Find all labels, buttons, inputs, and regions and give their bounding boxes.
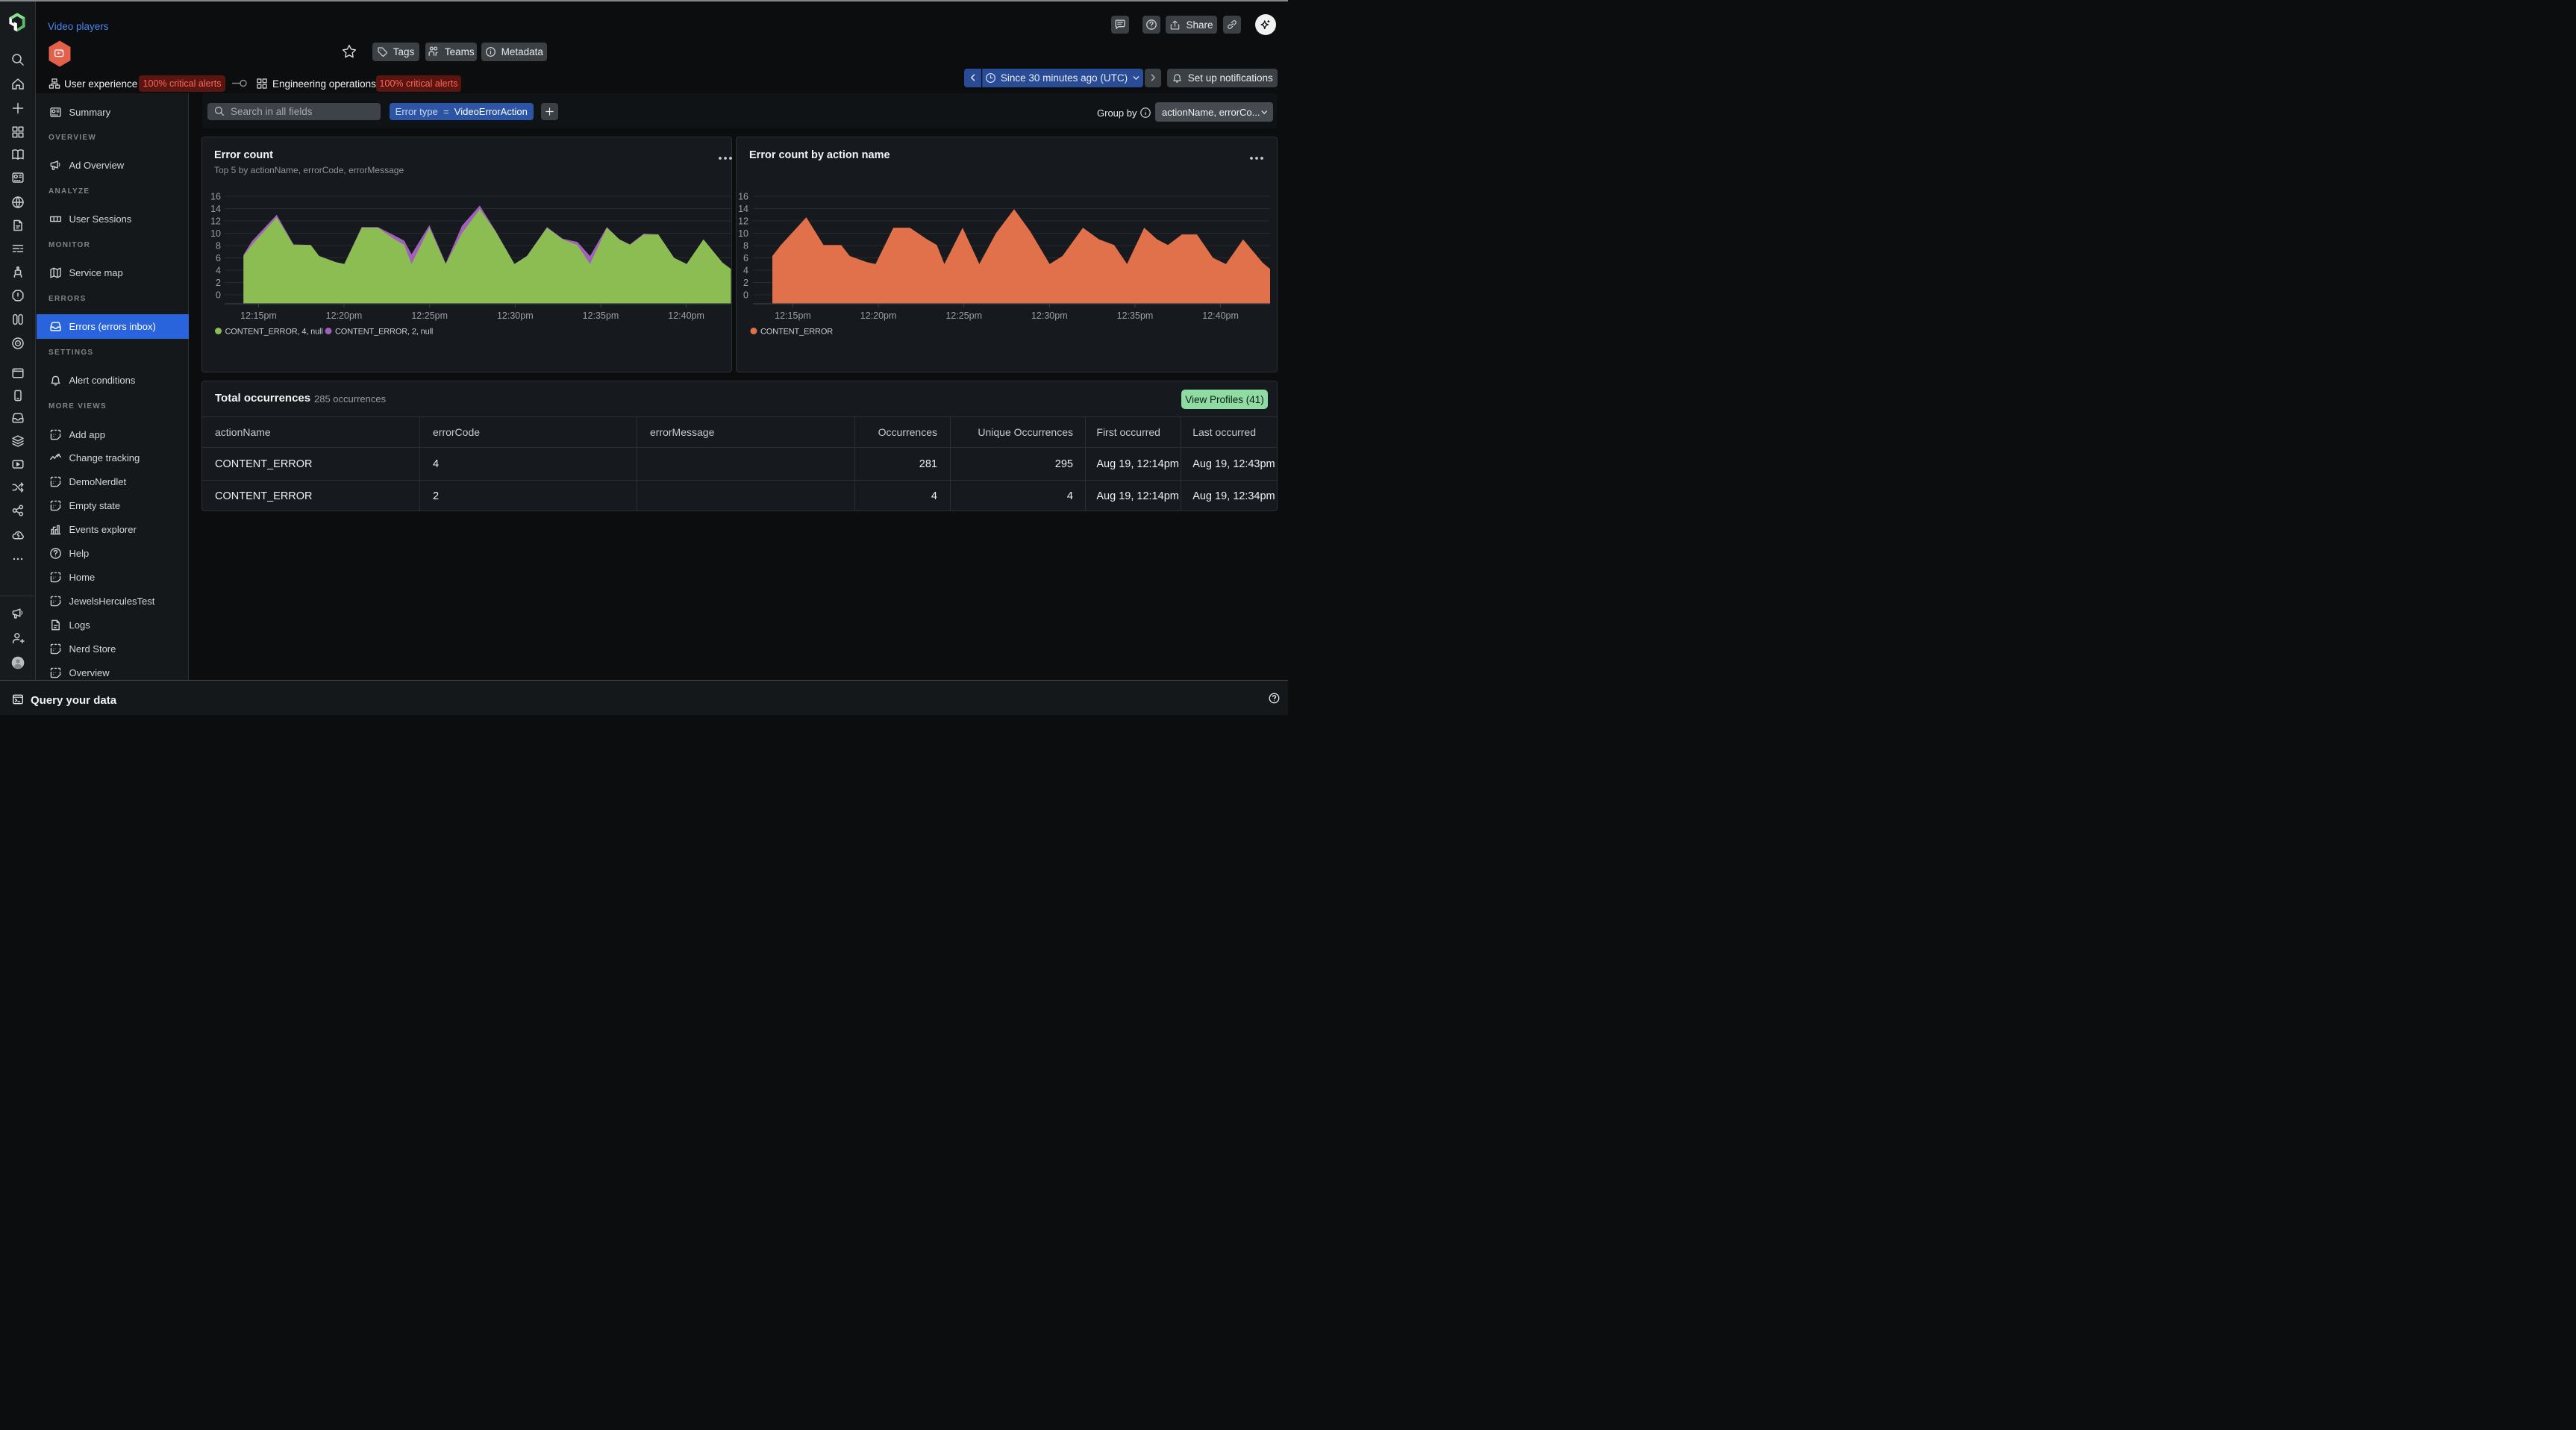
svg-text:12:20pm: 12:20pm [860, 310, 897, 321]
svg-text:12: 12 [210, 216, 221, 227]
svg-text:4: 4 [216, 266, 221, 276]
svg-text:14: 14 [738, 204, 748, 214]
svg-text:2: 2 [743, 278, 748, 288]
svg-text:0: 0 [743, 290, 748, 301]
svg-text:12:35pm: 12:35pm [583, 310, 619, 321]
svg-text:CONTENT_ERROR: CONTENT_ERROR [760, 328, 833, 337]
svg-text:12:15pm: 12:15pm [240, 310, 277, 321]
svg-text:12:25pm: 12:25pm [411, 310, 448, 321]
svg-text:12: 12 [738, 216, 748, 227]
svg-text:16: 16 [738, 192, 748, 202]
svg-text:10: 10 [738, 228, 748, 239]
svg-text:12:30pm: 12:30pm [497, 310, 534, 321]
svg-text:10: 10 [210, 228, 221, 239]
svg-text:2: 2 [216, 278, 221, 288]
svg-text:14: 14 [210, 204, 221, 214]
svg-text:12:35pm: 12:35pm [1117, 310, 1154, 321]
svg-text:8: 8 [743, 241, 748, 252]
svg-text:12:15pm: 12:15pm [775, 310, 811, 321]
svg-text:8: 8 [216, 241, 221, 252]
svg-text:CONTENT_ERROR, 4, null: CONTENT_ERROR, 4, null [225, 328, 323, 337]
svg-text:12:20pm: 12:20pm [326, 310, 363, 321]
svg-text:12:40pm: 12:40pm [1202, 310, 1239, 321]
svg-text:4: 4 [743, 266, 748, 276]
svg-text:16: 16 [210, 192, 221, 202]
svg-text:CONTENT_ERROR, 2, null: CONTENT_ERROR, 2, null [335, 328, 433, 337]
svg-text:12:40pm: 12:40pm [668, 310, 704, 321]
svg-text:12:25pm: 12:25pm [945, 310, 982, 321]
svg-text:6: 6 [743, 253, 748, 263]
svg-text:6: 6 [216, 253, 221, 263]
svg-text:0: 0 [216, 290, 221, 301]
svg-text:12:30pm: 12:30pm [1031, 310, 1068, 321]
